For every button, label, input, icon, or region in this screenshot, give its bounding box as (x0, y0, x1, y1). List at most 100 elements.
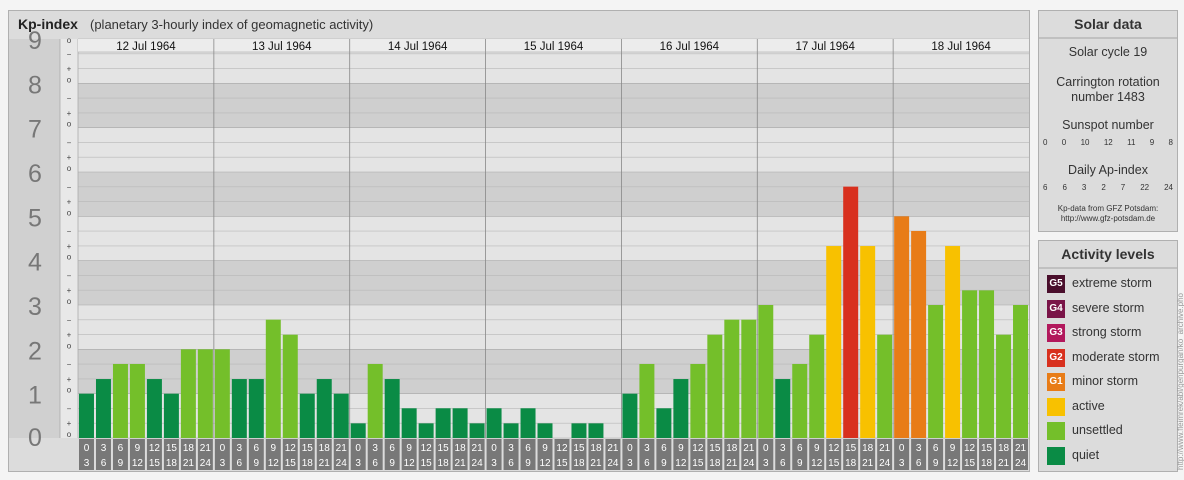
interval-end-label: 3 (763, 458, 769, 469)
minor-tick-label: − (67, 50, 72, 59)
interval-start-label: 0 (899, 443, 905, 454)
legend-item: active (1047, 397, 1177, 417)
minor-tick-label: + (67, 65, 72, 74)
legend-item: G2 moderate storm (1047, 348, 1177, 368)
kp-bar (792, 363, 808, 438)
interval-start-label: 21 (472, 443, 484, 454)
kp-bar (843, 186, 859, 438)
interval-start-label: 12 (828, 443, 840, 454)
minor-tick-label: − (67, 404, 72, 413)
interval-start-label: 0 (355, 443, 361, 454)
interval-start-label: 15 (166, 443, 178, 454)
kp-bar (248, 379, 264, 438)
interval-start-label: 6 (389, 443, 395, 454)
kp-bar (520, 408, 536, 438)
y-tick-label: 5 (28, 204, 42, 232)
minor-tick-label: + (67, 375, 72, 384)
legend-item: G1 minor storm (1047, 372, 1177, 392)
interval-start-label: 12 (556, 443, 568, 454)
interval-end-label: 9 (933, 458, 939, 469)
interval-start-label: 18 (726, 443, 738, 454)
y-tick-label: 4 (28, 249, 42, 277)
legend-label: active (1072, 398, 1105, 413)
kp-bar (214, 349, 230, 438)
interval-start-label: 6 (661, 443, 667, 454)
interval-end-label: 15 (828, 458, 840, 469)
legend-swatch: G3 (1047, 324, 1065, 342)
y-tick-label: 6 (28, 160, 42, 188)
interval-corner (60, 439, 78, 470)
kp-bar (571, 423, 587, 438)
legend-label: moderate storm (1072, 349, 1160, 364)
interval-start-label: 15 (438, 443, 450, 454)
legend-swatch: G4 (1047, 299, 1065, 318)
interval-end-label: 21 (998, 458, 1010, 469)
interval-end-label: 12 (132, 458, 144, 469)
legend-item: quiet (1047, 446, 1177, 466)
interval-end-label: 3 (355, 458, 361, 469)
kp-bar (146, 379, 162, 438)
kp-bar (826, 246, 842, 438)
y-tick-label: 0 (28, 424, 42, 452)
minor-tick-label: + (67, 331, 72, 340)
kp-band (78, 216, 1029, 261)
interval-end-label: 15 (149, 458, 161, 469)
interval-end-label: 3 (627, 458, 633, 469)
kp-bar (673, 379, 689, 438)
interval-start-label: 0 (84, 443, 90, 454)
legend-label: extreme storm (1072, 276, 1152, 290)
sunspot-title: Sunspot number (1062, 118, 1154, 132)
kp-bar (435, 408, 451, 438)
legend-item: G3 strong storm (1047, 323, 1177, 343)
kp-bar (401, 408, 417, 438)
interval-end-label: 6 (916, 458, 922, 469)
kp-bar (452, 408, 468, 438)
interval-start-label: 12 (692, 443, 704, 454)
interval-start-label: 15 (573, 443, 585, 454)
kp-bar (928, 305, 944, 438)
kp-bar (758, 305, 774, 438)
interval-end-label: 6 (237, 458, 243, 469)
interval-start-label: 0 (491, 443, 497, 454)
interval-start-label: 9 (950, 443, 956, 454)
minor-tick-label: + (67, 286, 72, 295)
interval-start-label: 6 (933, 443, 939, 454)
legend-label: minor storm (1072, 374, 1138, 388)
interval-start-label: 3 (780, 443, 786, 454)
legend-label: unsettled (1072, 423, 1123, 437)
interval-end-label: 15 (556, 458, 568, 469)
kp-bar (996, 334, 1012, 438)
ap-value: 6 (1062, 183, 1067, 192)
kp-bar (316, 379, 332, 438)
kp-bar (197, 349, 213, 438)
minor-tick-label: − (67, 360, 72, 369)
interval-start-label: 12 (421, 443, 433, 454)
credit-link[interactable]: http://www.gfz-potsdam.de (1039, 214, 1177, 224)
minor-tick-label: + (67, 153, 72, 162)
interval-start-label: 9 (406, 443, 412, 454)
day-label: 12 Jul 1964 (116, 41, 176, 53)
interval-end-label: 12 (404, 458, 416, 469)
interval-end-label: 6 (780, 458, 786, 469)
interval-end-label: 24 (607, 458, 619, 469)
interval-end-label: 3 (491, 458, 497, 469)
kp-bar (163, 393, 179, 438)
kp-bar (724, 319, 740, 438)
interval-end-label: 18 (709, 458, 721, 469)
kp-bar (384, 379, 400, 438)
activity-panel-title: Activity levels (1039, 241, 1177, 269)
interval-start-label: 18 (455, 443, 467, 454)
kp-bar (180, 349, 196, 438)
interval-end-label: 9 (797, 458, 803, 469)
interval-end-label: 18 (845, 458, 857, 469)
carrington-line-2: number 1483 (1071, 90, 1145, 104)
minor-tick-label: − (67, 183, 72, 192)
ap-value: 3 (1081, 183, 1087, 192)
interval-start-label: 21 (607, 443, 619, 454)
interval-end-label: 21 (183, 458, 195, 469)
kp-bar (282, 334, 298, 438)
interval-start-label: 9 (814, 443, 820, 454)
solar-data-panel: Solar data Solar cycle 19 Carrington rot… (1038, 10, 1178, 232)
interval-start-label: 6 (254, 443, 260, 454)
ap-value: 7 (1120, 183, 1126, 192)
